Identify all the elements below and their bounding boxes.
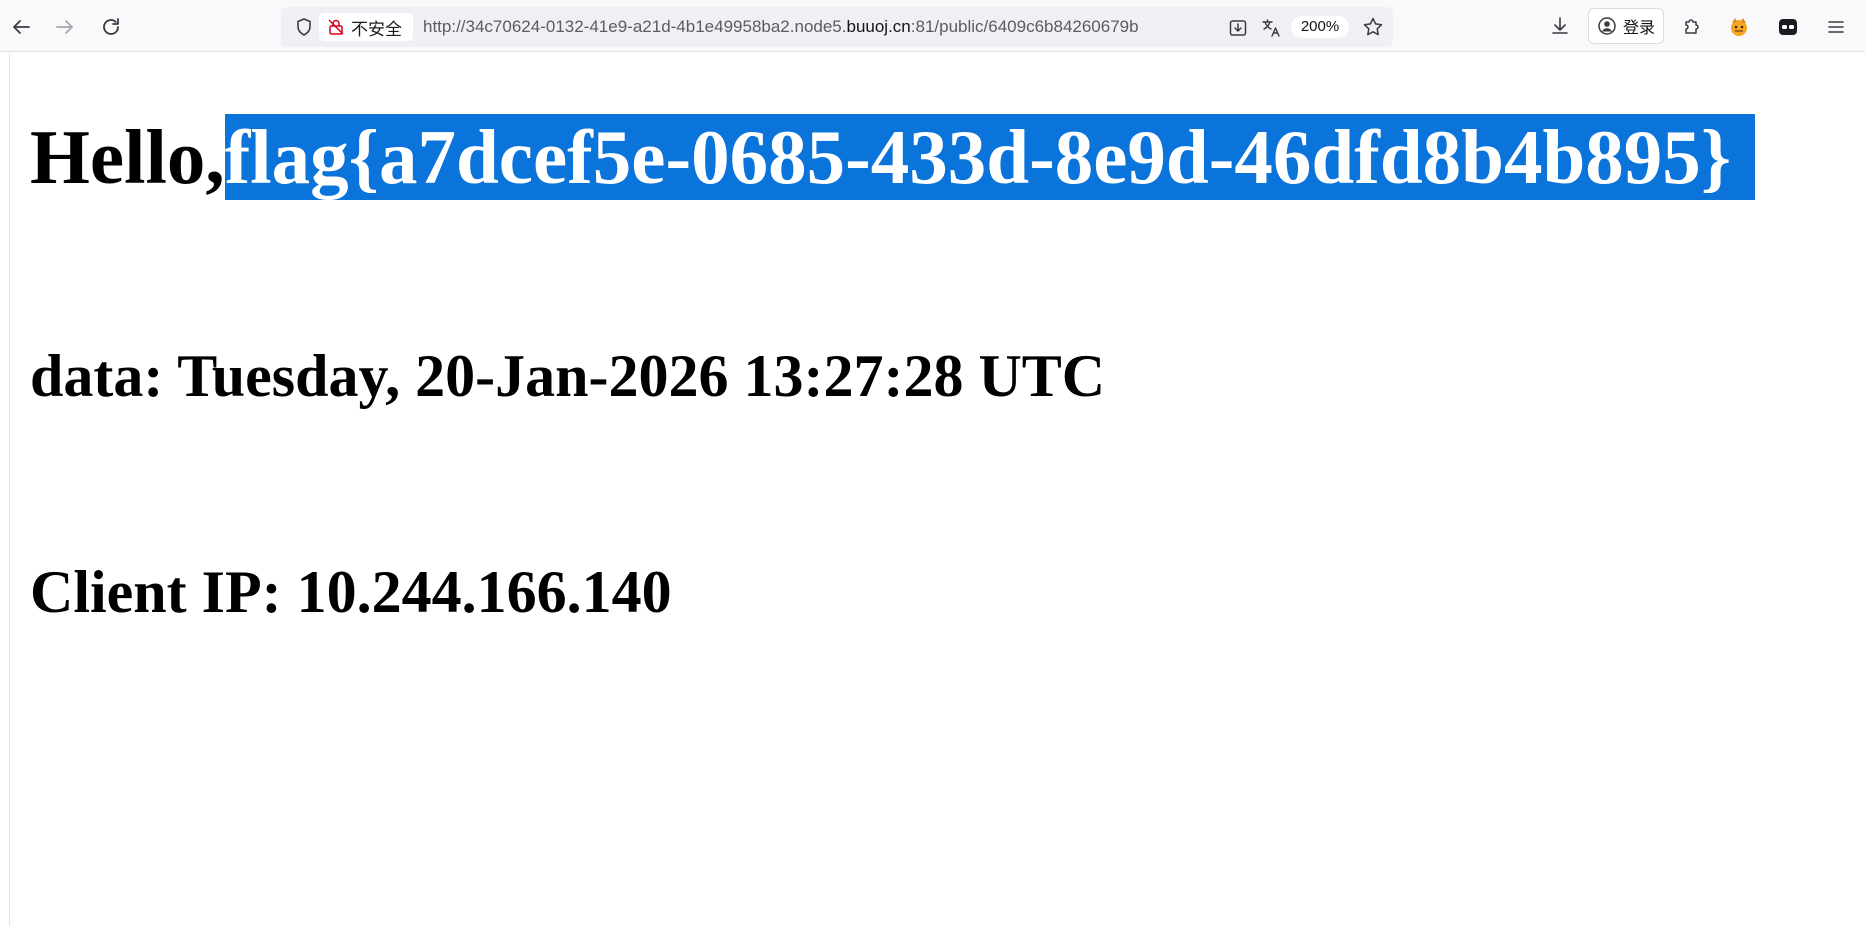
- insecure-connection-badge[interactable]: 不安全: [319, 13, 413, 41]
- zoom-level-badge[interactable]: 200%: [1291, 16, 1349, 38]
- url-text[interactable]: http://34c70624-0132-41e9-a21d-4b1e49958…: [423, 16, 1223, 38]
- greeting-text: Hello,: [30, 114, 225, 200]
- browser-toolbar: 不安全 http://34c70624-0132-41e9-a21d-4b1e4…: [0, 0, 1865, 52]
- forward-arrow-icon[interactable]: [52, 14, 78, 40]
- reload-icon[interactable]: [98, 14, 124, 40]
- address-bar[interactable]: 不安全 http://34c70624-0132-41e9-a21d-4b1e4…: [281, 7, 1393, 47]
- translate-icon[interactable]: [1259, 16, 1283, 40]
- page-content: Hello,flag{a7dcef5e-0685-433d-8e9d-46dfd…: [9, 53, 1865, 926]
- extension-fox-icon[interactable]: [1726, 14, 1752, 40]
- downloads-icon[interactable]: [1548, 14, 1572, 38]
- extension-mask-icon[interactable]: [1775, 14, 1801, 40]
- account-login-button[interactable]: 登录: [1588, 8, 1664, 44]
- client-ip-heading: Client IP: 10.244.166.140: [30, 559, 672, 625]
- url-host: buuoj.cn: [846, 17, 911, 36]
- url-prefix: http://34c70624-0132-41e9-a21d-4b1e49958…: [423, 17, 847, 36]
- insecure-label: 不安全: [351, 19, 402, 39]
- back-arrow-icon[interactable]: [8, 14, 34, 40]
- save-to-pocket-icon[interactable]: [1226, 16, 1250, 40]
- greeting-heading: Hello,flag{a7dcef5e-0685-433d-8e9d-46dfd…: [30, 111, 1756, 203]
- hamburger-menu-icon[interactable]: [1823, 14, 1849, 40]
- selected-flag-text[interactable]: flag{a7dcef5e-0685-433d-8e9d-46dfd8b4b89…: [224, 114, 1756, 200]
- bookmark-star-icon[interactable]: [1361, 15, 1385, 39]
- url-suffix: :81/public/6409c6b84260679b: [910, 17, 1139, 36]
- broken-lock-icon: [327, 18, 345, 36]
- extensions-puzzle-icon[interactable]: [1680, 14, 1704, 38]
- account-icon: [1597, 16, 1617, 36]
- date-heading: data: Tuesday, 20-Jan-2026 13:27:28 UTC: [30, 343, 1106, 409]
- login-label: 登录: [1622, 20, 1655, 37]
- shield-icon[interactable]: [293, 16, 315, 38]
